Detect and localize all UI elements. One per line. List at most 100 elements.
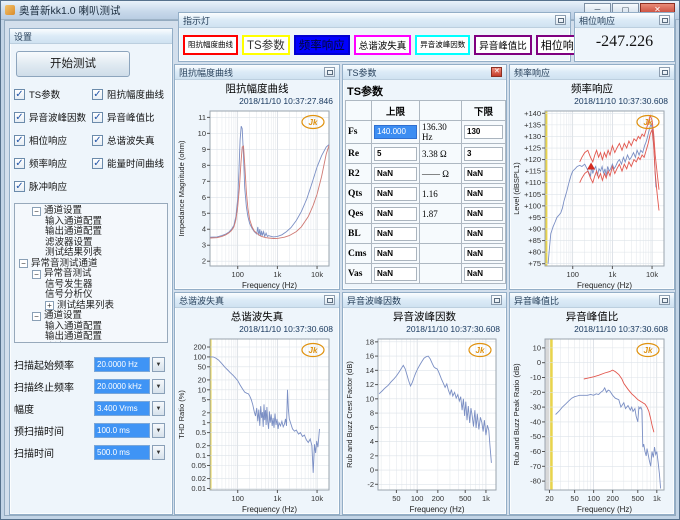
ts-col-blank xyxy=(346,101,372,121)
ts-measured-value: 1.16 xyxy=(420,184,462,204)
ts-upper-input[interactable]: NaN xyxy=(374,167,417,181)
ts-lower-input[interactable]: NaN xyxy=(464,267,503,281)
svg-text:+85: +85 xyxy=(528,236,541,245)
test-checkbox[interactable]: ✓脉冲响应 xyxy=(14,179,92,193)
ts-col-blank xyxy=(420,101,462,121)
svg-text:500: 500 xyxy=(632,494,645,503)
dropdown-arrow-button[interactable]: ▼ xyxy=(152,401,165,416)
test-checkbox[interactable]: ✓TS参数 xyxy=(14,87,92,101)
field-value-input[interactable]: 500.0 ms xyxy=(94,445,150,460)
tree-item[interactable]: +测试结果列表 xyxy=(15,301,167,312)
ts-upper-input[interactable]: NaN xyxy=(374,267,417,281)
ts-lower-input[interactable]: 3 xyxy=(464,147,503,161)
svg-text:-2: -2 xyxy=(367,480,374,489)
checkbox-check-icon[interactable]: ✓ xyxy=(14,112,25,123)
expand-icon[interactable] xyxy=(659,67,670,77)
expand-icon[interactable] xyxy=(324,67,335,77)
test-checkbox[interactable]: ✓总谐波失真 xyxy=(92,133,172,147)
chart-title: 异音峰值比 xyxy=(510,309,674,324)
test-checkbox[interactable]: ✓相位响应 xyxy=(14,133,92,147)
ts-upper-input[interactable]: NaN xyxy=(374,227,417,241)
checkbox-check-icon[interactable]: ✓ xyxy=(92,158,103,169)
ts-upper-input[interactable]: NaN xyxy=(374,247,417,261)
tree-item[interactable]: −通道设置 xyxy=(15,311,167,322)
tree-item[interactable]: 测试结果列表 xyxy=(15,248,167,259)
collapse-icon[interactable]: − xyxy=(19,259,28,268)
tree-item[interactable]: 输出通道配置 xyxy=(15,332,167,343)
ts-upper-input[interactable]: 5 xyxy=(374,147,417,161)
test-checkbox[interactable]: ✓异音波峰因数 xyxy=(14,110,92,124)
checkbox-label: 频率响应 xyxy=(29,156,67,170)
ts-measured-value: 136.30 Hz xyxy=(420,121,462,144)
checkbox-check-icon[interactable]: ✓ xyxy=(92,135,103,146)
field-value-input[interactable]: 20.0000 kHz xyxy=(94,379,150,394)
svg-text:16: 16 xyxy=(366,352,374,361)
impedance-panel: 阻抗幅度曲线 阻抗幅度曲线 2018/11/10 10:37:27.846 10… xyxy=(174,64,340,290)
collapse-icon[interactable]: − xyxy=(32,207,41,216)
ts-lower-input[interactable]: NaN xyxy=(464,187,503,201)
impedance-panel-title: 阻抗幅度曲线 xyxy=(179,66,233,79)
tree-item[interactable]: −通道设置 xyxy=(15,206,167,217)
chart-date: 2018/11/10 10:37:30.608 xyxy=(510,324,674,334)
field-value-input[interactable]: 20.0000 Hz xyxy=(94,357,150,372)
svg-text:-10: -10 xyxy=(530,373,541,382)
tree-item[interactable]: 输出通道配置 xyxy=(15,227,167,238)
ts-upper-input[interactable]: NaN xyxy=(374,207,417,221)
start-test-button[interactable]: 开始测试 xyxy=(16,51,130,77)
ts-lower-input[interactable]: NaN xyxy=(464,207,503,221)
svg-text:-40: -40 xyxy=(530,417,541,426)
tree-item-label: 滤波器设置 xyxy=(45,343,93,344)
test-checkbox[interactable]: ✓ 异音峰值比 xyxy=(92,110,172,124)
expand-icon[interactable] xyxy=(324,295,335,305)
checkbox-check-icon[interactable]: ✓ xyxy=(14,135,25,146)
ts-table-body: 上限下限Fs140.000136.30 Hz130Re53.38 Ω3R2NaN… xyxy=(346,101,506,284)
svg-text:11: 11 xyxy=(198,113,206,122)
dropdown-arrow-button[interactable]: ▼ xyxy=(152,379,165,394)
expand-icon[interactable] xyxy=(555,15,566,25)
checkbox-label: 异音峰值比 xyxy=(107,110,155,124)
tree-item[interactable]: 滤波器设置 xyxy=(15,343,167,344)
test-checkbox[interactable]: ✓能量时间曲线 xyxy=(92,156,172,170)
ts-upper-input[interactable]: NaN xyxy=(374,187,417,201)
field-value-input[interactable]: 100.0 ms xyxy=(94,423,150,438)
checkbox-check-icon[interactable]: ✓ xyxy=(14,181,25,192)
checkbox-check-icon[interactable]: ✓ xyxy=(92,89,103,100)
dropdown-arrow-button[interactable]: ▼ xyxy=(152,357,165,372)
ts-lower-input[interactable]: NaN xyxy=(464,247,503,261)
ts-table: 上限下限Fs140.000136.30 Hz130Re53.38 Ω3R2NaN… xyxy=(345,100,506,284)
svg-text:+135: +135 xyxy=(524,120,541,129)
svg-text:0.05: 0.05 xyxy=(191,461,206,470)
channel-tree: −通道设置输入通道配置输出通道配置滤波器设置测试结果列表−异常音测试通道−异常音… xyxy=(14,203,168,343)
svg-text:+120: +120 xyxy=(524,155,541,164)
svg-text:4: 4 xyxy=(202,225,206,234)
expand-icon[interactable] xyxy=(659,15,670,25)
expand-icon[interactable] xyxy=(659,295,670,305)
expand-icon[interactable]: + xyxy=(45,301,54,310)
dropdown-arrow-button[interactable]: ▼ xyxy=(152,423,165,438)
checkbox-check-icon[interactable]: ✓ xyxy=(14,158,25,169)
svg-text:20: 20 xyxy=(198,375,206,384)
freq-response-panel-header: 频率响应 xyxy=(510,65,674,80)
ts-lower-input[interactable]: 130 xyxy=(464,125,503,139)
ts-measured-value xyxy=(420,264,462,284)
svg-text:Level (dBSPL1): Level (dBSPL1) xyxy=(512,162,521,215)
collapse-icon[interactable]: − xyxy=(32,270,41,279)
collapse-icon[interactable]: − xyxy=(32,312,41,321)
test-checkbox[interactable]: ✓阻抗幅度曲线 xyxy=(92,87,172,101)
test-checkbox[interactable]: ✓ 频率响应 xyxy=(14,156,92,170)
dropdown-arrow-button[interactable]: ▼ xyxy=(152,445,165,460)
tree-item-label: 通道设置 xyxy=(44,206,82,217)
expand-icon[interactable] xyxy=(491,295,502,305)
checkbox-check-icon[interactable]: ✓ xyxy=(14,89,25,100)
ts-row: R2NaN—— ΩNaN xyxy=(346,164,506,184)
ts-lower-input[interactable]: NaN xyxy=(464,227,503,241)
ts-lower-input[interactable]: NaN xyxy=(464,167,503,181)
close-icon[interactable] xyxy=(491,67,502,77)
peak-ratio-panel: 异音峰值比 异音峰值比 2018/11/10 10:37:30.608 2050… xyxy=(509,292,675,515)
ts-upper-input[interactable]: 140.000 xyxy=(374,125,417,139)
field-value-input[interactable]: 3.400 Vrms xyxy=(94,401,150,416)
checkbox-check-icon[interactable]: ✓ xyxy=(92,112,103,123)
tree-item[interactable]: −异常音测试 xyxy=(15,269,167,280)
freq-response-panel: 频率响应 频率响应 2018/11/10 10:37:30.608 1001k1… xyxy=(509,64,675,290)
tree-item[interactable]: 信号分析仪 xyxy=(15,290,167,301)
